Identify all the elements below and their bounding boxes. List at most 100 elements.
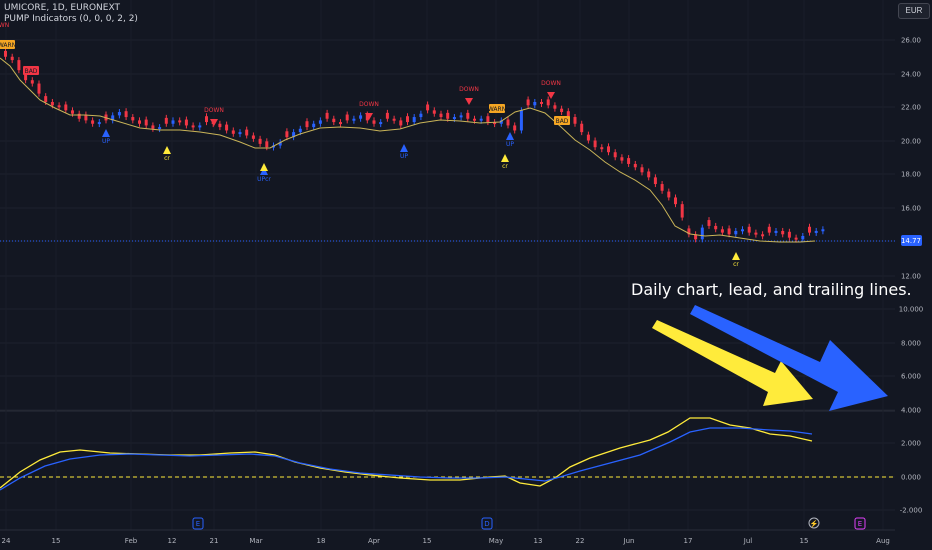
candle-body	[171, 120, 175, 124]
candle-body	[245, 129, 249, 136]
candlestick-series	[4, 47, 825, 243]
candle-body	[4, 50, 7, 57]
candle-body	[198, 125, 202, 128]
candle-body	[138, 120, 141, 124]
candle-body	[680, 204, 684, 218]
cross-signal-marker	[260, 163, 268, 171]
candle-body	[184, 119, 188, 126]
candle-body	[225, 124, 229, 131]
candle-body	[747, 226, 751, 233]
indicator-title[interactable]: PUMP Indicators (0, 0, 0, 2, 2)	[4, 14, 138, 24]
candle-body	[506, 119, 510, 126]
currency-button[interactable]: EUR	[898, 3, 930, 19]
time-tick-label: 15	[423, 537, 432, 545]
time-tick-label: 15	[800, 537, 809, 545]
time-axis[interactable]: 24 15 Feb 12 21 Mar 18 Apr 15 May 13 22 Jun 17 Jul 15 Au…	[2, 537, 890, 545]
symbol-title[interactable]: UMICORE, 1D, EURONEXT	[4, 3, 120, 13]
candle-body	[205, 116, 208, 123]
candle-body	[406, 116, 409, 123]
candle-body	[560, 108, 564, 113]
candle-body	[573, 117, 577, 124]
signal-label: DOWN	[541, 80, 561, 87]
candle-body	[553, 105, 557, 109]
event-marker-label: E	[196, 520, 200, 528]
signal-label: cr	[733, 261, 739, 268]
candle-body	[352, 118, 356, 121]
candle-body	[607, 146, 610, 153]
candle-body	[633, 163, 637, 168]
candle-body	[781, 230, 785, 235]
candle-body	[332, 118, 336, 123]
candle-body	[124, 111, 128, 118]
candle-body	[131, 117, 135, 121]
candle-body	[540, 101, 543, 104]
candle-body	[674, 197, 677, 205]
candle-body	[761, 234, 765, 237]
candle-body	[801, 235, 805, 240]
price-tick-label: -2.000	[900, 507, 923, 515]
signal-label: WARN	[0, 42, 16, 49]
candle-body	[600, 147, 604, 150]
price-tick-label: 4.000	[901, 407, 921, 415]
signal-label: cr	[502, 163, 508, 170]
candle-body	[774, 230, 778, 233]
candle-body	[580, 123, 584, 133]
cross-signal-marker	[163, 146, 171, 154]
candle-body	[10, 56, 14, 61]
candle-body	[258, 138, 262, 144]
candle-body	[372, 120, 376, 124]
time-tick-label: 22	[576, 537, 585, 545]
candle-body	[808, 226, 811, 233]
candle-body	[741, 229, 744, 232]
time-tick-label: Aug	[876, 537, 890, 545]
price-tick-label: 10.000	[899, 306, 924, 314]
candle-body	[452, 117, 456, 120]
candle-body	[298, 128, 302, 133]
candle-body	[158, 127, 162, 130]
time-tick-label: Jun	[623, 537, 635, 545]
candle-body	[821, 229, 825, 232]
candle-body	[379, 122, 383, 125]
time-tick-label: 24	[2, 537, 11, 545]
candle-body	[312, 123, 316, 128]
signal-label: UP	[400, 153, 408, 160]
signal-label: WARN	[488, 106, 506, 113]
candle-body	[218, 123, 222, 128]
candle-body	[325, 112, 329, 119]
candle-body	[700, 227, 704, 240]
candle-body	[191, 125, 195, 128]
time-tick-label: Mar	[249, 537, 262, 545]
candle-body	[707, 220, 711, 226]
candle-body	[620, 157, 624, 161]
candle-body	[231, 130, 235, 134]
candle-body	[265, 141, 269, 148]
price-tick-label: 16.00	[901, 205, 921, 213]
time-tick-label: 15	[52, 537, 61, 545]
candle-body	[466, 112, 470, 119]
candle-body	[399, 120, 403, 126]
chart-canvas[interactable]: WNWARNBADUPcrDOWNUPcrDOWNUPDOWNWARNUPcrD…	[0, 0, 932, 550]
signal-label: UP	[506, 141, 514, 148]
event-markers[interactable]: E D E ⚡	[192, 517, 866, 530]
candle-body	[392, 118, 396, 121]
candle-body	[144, 119, 148, 126]
time-tick-label: Jul	[743, 537, 753, 545]
price-scale[interactable]: 26.0024.0022.0020.0018.0016.0014.0012.00…	[899, 37, 924, 515]
candle-body	[653, 177, 657, 185]
down-signal-marker	[465, 98, 473, 105]
candle-body	[50, 101, 54, 106]
candle-body	[412, 117, 416, 123]
candle-body	[526, 99, 530, 106]
candle-body	[151, 125, 155, 129]
moving-average-line	[0, 57, 816, 243]
price-tick-label: 18.00	[901, 171, 921, 179]
candle-body	[787, 231, 791, 238]
candle-body	[486, 116, 490, 123]
candle-body	[37, 83, 41, 94]
down-signal-marker	[210, 119, 218, 126]
candle-body	[439, 113, 443, 118]
candle-body	[734, 230, 738, 235]
candle-body	[77, 113, 81, 119]
price-tick-label: 22.00	[901, 104, 921, 112]
candle-body	[339, 122, 342, 125]
